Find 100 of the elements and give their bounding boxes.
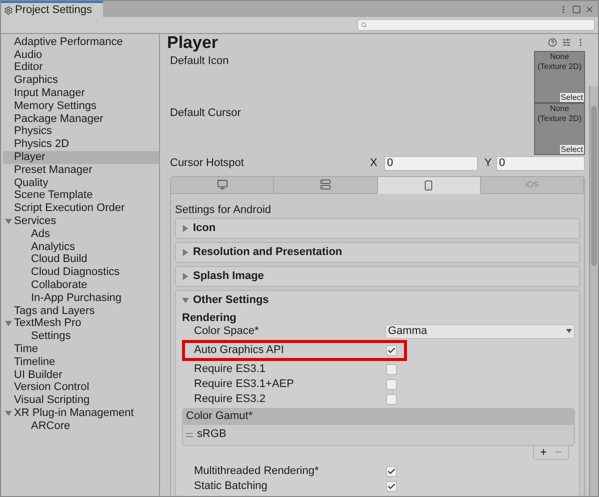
sidebar-item[interactable]: TextMesh Pro xyxy=(3,318,159,330)
platform-tab[interactable] xyxy=(378,176,481,194)
sidebar-item[interactable]: Collaborate xyxy=(3,279,159,292)
caret-icon xyxy=(182,272,189,280)
sidebar-label: Version Control xyxy=(14,382,90,394)
sidebar-item[interactable]: Package Manager xyxy=(3,112,159,126)
sidebar-item[interactable]: ARCore xyxy=(3,420,159,433)
checkbox[interactable] xyxy=(386,364,397,374)
platform-tab[interactable] xyxy=(171,176,274,194)
sidebar-item[interactable]: Quality xyxy=(3,176,159,190)
dropdown[interactable]: Gamma xyxy=(384,324,575,338)
caret-icon[interactable] xyxy=(5,218,12,226)
sidebar-item[interactable]: Ads xyxy=(3,228,159,241)
sidebar-item[interactable]: Memory Settings xyxy=(3,100,159,113)
drag-handle-icon[interactable] xyxy=(186,432,193,436)
checkbox[interactable] xyxy=(386,480,397,492)
sidebar-label: Input Manager xyxy=(14,88,85,100)
inspector-title: Player xyxy=(167,34,218,51)
sidebar-label: Graphics xyxy=(14,75,58,86)
select-button[interactable]: Select xyxy=(560,93,584,102)
sidebar-item[interactable]: Preset Manager xyxy=(3,164,159,177)
field-label: Default Icon xyxy=(170,54,229,69)
sliders-icon[interactable] xyxy=(562,38,571,47)
sidebar-item[interactable]: Tags and Layers xyxy=(3,304,159,318)
setting-label: Auto Graphics API xyxy=(194,342,285,358)
checkbox[interactable] xyxy=(386,394,397,404)
maximize-icon[interactable] xyxy=(572,4,581,14)
sidebar-item[interactable]: Graphics xyxy=(3,74,159,88)
sidebar-label: Collaborate xyxy=(31,280,88,292)
checkbox[interactable] xyxy=(386,344,397,356)
sidebar-label: Ads xyxy=(31,228,50,240)
sidebar-item[interactable]: Version Control xyxy=(3,382,159,394)
x-input[interactable]: 0 xyxy=(384,156,478,171)
sidebar-item[interactable]: Player xyxy=(3,151,159,164)
sidebar-item[interactable]: Scene Template xyxy=(3,190,159,202)
sidebar-item[interactable]: In-App Purchasing xyxy=(3,292,159,305)
foldout-title: Resolution and Presentation xyxy=(193,244,342,260)
sidebar-item[interactable]: Services xyxy=(3,215,159,228)
phone-icon xyxy=(423,180,434,190)
sidebar-label: Timeline xyxy=(14,356,56,368)
y-input[interactable]: 0 xyxy=(496,156,585,171)
texture-slot[interactable]: None (Texture 2D) Select xyxy=(534,103,585,155)
scrollbar[interactable] xyxy=(589,86,598,496)
sidebar-item[interactable]: UI Builder xyxy=(3,368,159,382)
sidebar-label: Package Manager xyxy=(14,114,104,125)
foldout-title: Other Settings xyxy=(193,292,269,308)
sidebar-label: Analytics xyxy=(31,242,76,253)
add-button[interactable]: + xyxy=(540,446,547,458)
help-icon[interactable] xyxy=(548,38,557,47)
sidebar-item[interactable]: Adaptive Performance xyxy=(3,36,159,49)
sidebar-item[interactable]: Cloud Build xyxy=(3,254,159,266)
caret-icon[interactable] xyxy=(5,410,12,417)
foldout[interactable]: Icon xyxy=(175,218,580,238)
caret-icon[interactable] xyxy=(5,320,12,328)
sidebar-item[interactable]: Visual Scripting xyxy=(3,394,159,408)
foldout[interactable]: Other Settings Rendering Color Space* Gamma Auto Graphics API Require ES3.1 Require ES3.1+AEP Require ES3.2 Color Gamut* sRGB + − Multithreaded Rendering* Static Batching xyxy=(175,290,580,496)
checkbox[interactable] xyxy=(386,378,397,390)
sidebar-label: Preset Manager xyxy=(14,164,92,176)
section-heading: Rendering xyxy=(182,310,238,324)
sidebar-item[interactable]: Physics 2D xyxy=(3,138,159,152)
sidebar-label: Cloud Diagnostics xyxy=(31,267,120,278)
sidebar-item[interactable]: Audio xyxy=(3,48,159,62)
platform-tab[interactable] xyxy=(274,176,378,194)
search-field[interactable] xyxy=(357,19,595,31)
window-title: Project Settings xyxy=(15,2,92,18)
sidebar-item[interactable]: Cloud Diagnostics xyxy=(3,266,159,280)
sidebar-label: ARCore xyxy=(31,420,70,432)
select-button[interactable]: Select xyxy=(560,145,584,154)
sidebar-label: Quality xyxy=(14,178,48,189)
checkbox[interactable] xyxy=(386,466,397,476)
sidebar-label: Player xyxy=(14,152,46,164)
texture-slot[interactable]: None (Texture 2D) Select xyxy=(534,51,585,103)
sidebar-item[interactable]: Editor xyxy=(3,62,159,74)
sidebar-label: Cloud Build xyxy=(31,254,88,266)
close-icon[interactable] xyxy=(585,4,594,14)
server-icon xyxy=(320,179,331,190)
texture-value: None (Texture 2D) xyxy=(536,52,582,72)
x-label: X xyxy=(370,156,378,171)
sidebar-label: UI Builder xyxy=(14,370,62,381)
foldout[interactable]: Splash Image xyxy=(175,266,580,286)
sidebar-item[interactable]: Analytics xyxy=(3,240,159,254)
sidebar-label: Physics 2D xyxy=(14,139,70,150)
window-tab[interactable]: Project Settings xyxy=(1,1,103,17)
sidebar-item[interactable]: XR Plug-in Management xyxy=(3,407,159,420)
sidebar-label: TextMesh Pro xyxy=(14,318,82,330)
sidebar-item[interactable]: Script Execution Order xyxy=(3,202,159,216)
sidebar-label: Time xyxy=(14,344,38,356)
list-header: Color Gamut* xyxy=(182,408,575,424)
sidebar-item[interactable]: Input Manager xyxy=(3,87,159,100)
scrollbar-thumb[interactable] xyxy=(591,106,597,266)
foldout[interactable]: Resolution and Presentation xyxy=(175,242,580,262)
sidebar-item[interactable]: Settings xyxy=(3,330,159,344)
sidebar-label: Memory Settings xyxy=(14,100,97,112)
sidebar-item[interactable]: Time xyxy=(3,343,159,356)
sidebar-item[interactable]: Physics xyxy=(3,126,159,138)
sidebar-label: Editor xyxy=(14,62,43,74)
sidebar-item[interactable]: Timeline xyxy=(3,356,159,369)
list-item[interactable]: sRGB xyxy=(197,426,226,443)
sidebar-label: In-App Purchasing xyxy=(31,292,122,304)
sidebar-label: Script Execution Order xyxy=(14,203,125,214)
